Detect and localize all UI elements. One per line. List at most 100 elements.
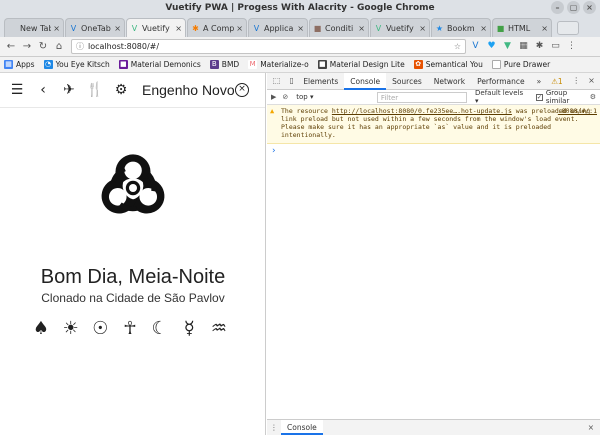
- inspect-icon[interactable]: ⬚: [271, 75, 282, 87]
- info-icon[interactable]: ⓘ: [76, 41, 84, 52]
- app-viewport: ☰ ‹ ✈ 🍴 ⚙ Engenho Novo... × Bom Dia, Mei…: [0, 73, 266, 435]
- tab-close-icon[interactable]: ×: [297, 24, 304, 33]
- browser-tab[interactable]: New Tab ×: [4, 18, 64, 37]
- bookmark-star-icon[interactable]: ☆: [454, 42, 461, 51]
- biohazard-icon: [101, 154, 165, 214]
- bookmark-item[interactable]: ■ Material Design Lite: [317, 60, 405, 69]
- hamburger-menu-icon[interactable]: ☰: [8, 81, 26, 99]
- warning-count: 1: [557, 76, 563, 86]
- tab-performance[interactable]: Performance: [471, 73, 531, 90]
- warning-source-link[interactable]: :8080/#/:1: [558, 107, 597, 115]
- tab-label: A Comp: [203, 23, 235, 33]
- bookmark-item[interactable]: ◔ You Eye Kitsch: [43, 60, 110, 69]
- new-tab-button[interactable]: [557, 21, 579, 35]
- drawer-close-icon[interactable]: ×: [588, 423, 594, 432]
- browser-tab[interactable]: ✱ A Comp ×: [187, 18, 247, 37]
- tab-favicon-icon: ✱: [192, 23, 199, 33]
- tab-console[interactable]: Console: [344, 72, 387, 90]
- tab-label: Bookm: [447, 23, 475, 33]
- home-icon[interactable]: ⌂: [52, 40, 66, 54]
- clear-console-icon[interactable]: ▶: [271, 93, 276, 101]
- close-window-button[interactable]: ×: [583, 1, 596, 14]
- menu-icon[interactable]: ⋮: [565, 40, 578, 53]
- devtools-close-icon[interactable]: ×: [586, 75, 597, 87]
- bookmarks-bar: ▦ Apps ◔ You Eye Kitsch ■ Material Demonics…: [0, 57, 600, 73]
- browser-tab[interactable]: V Vuetify P×: [370, 18, 430, 37]
- extension-grid-icon[interactable]: ▦: [517, 40, 530, 53]
- sun-circle-icon: ☉: [92, 318, 109, 339]
- window-title-text: Vuetify PWA | Progess With Alacrity - Go…: [165, 3, 435, 13]
- warning-resource-link[interactable]: http://localhost:8080/0.fe235ee….hot-upd…: [332, 107, 512, 115]
- greeting-subtitle: Clonado na Cidade de São Pavlov: [41, 291, 225, 305]
- bookmark-page-icon: [491, 60, 501, 69]
- airplane-icon[interactable]: ✈: [60, 81, 78, 99]
- filter-input[interactable]: Filter: [376, 91, 467, 103]
- tab-close-icon[interactable]: ×: [358, 24, 365, 33]
- context-select[interactable]: top ▾: [296, 93, 372, 101]
- log-levels-dropdown[interactable]: Default levels ▾: [475, 89, 526, 105]
- browser-tab[interactable]: V Applica ×: [248, 18, 308, 37]
- tab-favicon-icon: V: [70, 23, 77, 33]
- tab-close-icon[interactable]: ×: [419, 24, 426, 33]
- tab-elements[interactable]: Elements: [297, 73, 344, 90]
- warning-count-badge[interactable]: ⚠1: [547, 77, 567, 86]
- forward-icon[interactable]: →: [20, 40, 34, 54]
- tab-label: New Tab: [20, 23, 52, 33]
- bookmark-apps[interactable]: ▦ Apps: [4, 60, 35, 69]
- tab-close-icon[interactable]: ×: [175, 24, 182, 33]
- bookmark-item[interactable]: ■ Material Demonics: [118, 60, 201, 69]
- devtools-menu-icon[interactable]: ⋮: [571, 75, 582, 87]
- browser-tab[interactable]: ■ Conditi ×: [309, 18, 369, 37]
- block-icon[interactable]: ⊘: [282, 93, 288, 101]
- reload-icon[interactable]: ↻: [36, 40, 50, 54]
- tab-network[interactable]: Network: [428, 73, 471, 90]
- warning-prefix: The resource: [281, 107, 332, 115]
- tab-label: Applica: [264, 23, 294, 33]
- browser-tab[interactable]: V OneTab ×: [65, 18, 125, 37]
- cogs-icon[interactable]: ⚙: [112, 81, 130, 99]
- bookmark-label: BMD: [221, 60, 240, 69]
- tab-label: Conditi: [325, 23, 354, 33]
- close-circle-icon[interactable]: ×: [235, 83, 249, 97]
- silverware-icon[interactable]: 🍴: [86, 81, 104, 99]
- bookmark-item[interactable]: ✿ Semantical You: [413, 60, 483, 69]
- bookmark-item[interactable]: Pure Drawer: [491, 60, 550, 69]
- tab-favicon-icon: V: [375, 23, 382, 33]
- tab-sources[interactable]: Sources: [386, 73, 428, 90]
- tab-close-icon[interactable]: ×: [541, 24, 548, 33]
- tab-label: OneTab: [81, 23, 111, 33]
- tab-close-icon[interactable]: ×: [53, 24, 60, 33]
- console-prompt[interactable]: ›: [267, 144, 600, 158]
- minimize-button[interactable]: –: [551, 1, 564, 14]
- browser-tab[interactable]: ★ Bookm ×: [431, 18, 491, 37]
- maximize-button[interactable]: ▢: [567, 1, 580, 14]
- more-tabs-button[interactable]: »: [531, 73, 548, 90]
- console-settings-icon[interactable]: ⚙: [590, 93, 596, 101]
- console-toolbar: ▶ ⊘ top ▾ Filter Default levels ▾ ✓ Group…: [267, 89, 600, 105]
- extension-settings-icon[interactable]: ✱: [533, 40, 546, 53]
- bookmark-item[interactable]: B BMD: [209, 60, 240, 69]
- browser-tab-active[interactable]: V Vuetify P×: [126, 18, 186, 37]
- tab-strip: New Tab× VOneTab× VVuetify P× ✱A Comp× V…: [0, 16, 600, 37]
- bookmark-item[interactable]: M Materialize-o: [248, 60, 309, 69]
- bookmark-favicon-icon: ✿: [413, 60, 423, 69]
- extension-twitter-icon[interactable]: ♥: [485, 40, 498, 53]
- drawer-tab-console[interactable]: Console: [281, 420, 323, 435]
- bookmark-label: You Eye Kitsch: [55, 60, 110, 69]
- extension-vuetify-icon[interactable]: V: [469, 40, 482, 53]
- bookmark-favicon-icon: ■: [317, 60, 327, 69]
- tab-favicon-icon: ■: [313, 23, 322, 33]
- address-bar[interactable]: ⓘ localhost:8080/#/ ☆: [71, 39, 466, 54]
- back-icon[interactable]: ←: [4, 40, 18, 54]
- drawer-menu-icon[interactable]: ⋮: [267, 423, 281, 432]
- browser-tab[interactable]: ■ HTML ×: [492, 18, 552, 37]
- group-similar-checkbox[interactable]: ✓ Group similar: [535, 89, 590, 105]
- device-toggle-icon[interactable]: ▯: [286, 75, 297, 87]
- extension-window-icon[interactable]: ▭: [549, 40, 562, 53]
- chevron-left-icon[interactable]: ‹: [34, 81, 52, 99]
- tab-close-icon[interactable]: ×: [236, 24, 243, 33]
- extension-vue-icon[interactable]: ▼: [501, 40, 514, 53]
- warning-icon: ▲: [270, 107, 275, 115]
- tab-close-icon[interactable]: ×: [480, 24, 487, 33]
- tab-close-icon[interactable]: ×: [114, 24, 121, 33]
